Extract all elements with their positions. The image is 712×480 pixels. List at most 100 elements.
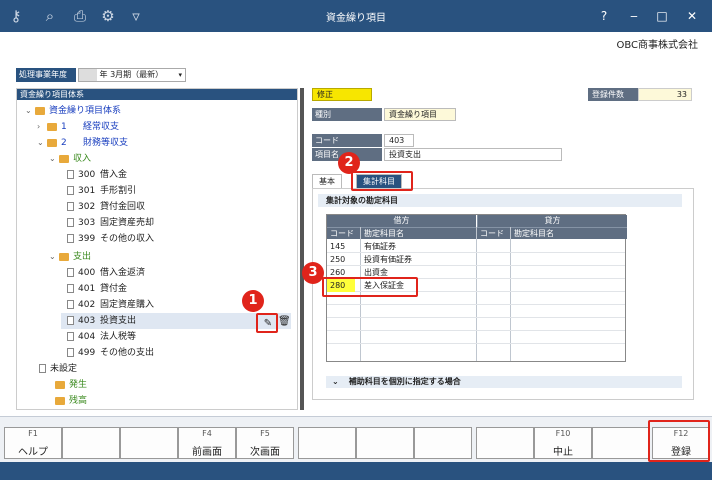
folder-icon [55, 380, 65, 389]
document-icon [67, 300, 74, 309]
tree-panel: 資金繰り項目体系 ⌄ 資金繰り項目体系 › 1 経常収支 ⌄ 2 財務等収支 ⌄ 収入 30… [16, 88, 298, 410]
grid-line [327, 304, 625, 305]
tree-item-unset[interactable]: 未設定 [39, 361, 77, 377]
grid-line [476, 227, 477, 361]
debit-header: 借方 [327, 215, 476, 227]
f6-button[interactable] [298, 427, 356, 459]
document-icon [67, 202, 74, 211]
company-name: OBC商事株式会社 [616, 40, 698, 51]
f8-button[interactable] [414, 427, 472, 459]
debit-code-header: コード [327, 227, 361, 239]
function-key-bar: F1 ヘルプ F4 前画面 F5 次画面 F10 中止 F12 登録 [0, 416, 712, 462]
document-icon [67, 316, 74, 325]
name-field[interactable]: 投資支出 [384, 148, 562, 161]
callout-3: 3 [302, 262, 324, 284]
close-button[interactable]: ✕ [684, 8, 700, 24]
tree-item-399[interactable]: 399 その他の収入 [67, 231, 154, 247]
grid-line [327, 343, 625, 344]
document-icon [67, 234, 74, 243]
tree-item-2[interactable]: ⌄ 2 財務等収支 [37, 135, 128, 151]
highlight-edit-icon [256, 313, 278, 333]
f5-next-screen-button[interactable]: F5 次画面 [236, 427, 294, 459]
tree-item-1[interactable]: › 1 経常収支 [37, 119, 119, 135]
tree-item-302[interactable]: 302 貸付金回収 [67, 199, 145, 215]
f4-prev-screen-button[interactable]: F4 前画面 [178, 427, 236, 459]
callout-1: 1 [242, 290, 264, 312]
tree-root[interactable]: ⌄ 資金繰り項目体系 [25, 103, 121, 119]
debit-name-header: 勘定科目名 [361, 227, 477, 239]
maximize-button[interactable]: □ [654, 8, 670, 24]
tree-item-301[interactable]: 301 手形割引 [67, 183, 136, 199]
count-value: 33 [638, 88, 692, 101]
f7-button[interactable] [356, 427, 414, 459]
tree-group-expense[interactable]: ⌄ 支出 [49, 249, 91, 265]
document-icon [67, 284, 74, 293]
tree-item-499[interactable]: 499 その他の支出 [67, 345, 154, 361]
chevron-down-icon[interactable]: ⌄ [49, 151, 59, 167]
chevron-down-icon[interactable]: ⌄ [49, 249, 59, 265]
document-icon [39, 364, 46, 373]
tree-item-400[interactable]: 400 借入金返済 [67, 265, 145, 281]
credit-code-header: コード [477, 227, 511, 239]
folder-icon [55, 396, 65, 405]
highlight-aggregation-tab [351, 171, 413, 191]
tree-item-balance[interactable]: 残高 [55, 393, 87, 409]
document-icon [67, 348, 74, 357]
document-icon [67, 186, 74, 195]
document-icon [67, 268, 74, 277]
f1-help-button[interactable]: F1 ヘルプ [4, 427, 62, 459]
credit-name-header: 勘定科目名 [511, 227, 627, 239]
folder-icon [35, 106, 45, 115]
tree-item-404[interactable]: 404 法人税等 [67, 329, 136, 345]
fiscal-year-label: 処理事業年度 [16, 68, 76, 82]
folder-icon [59, 252, 69, 261]
callout-2: 2 [338, 152, 360, 174]
fiscal-year-select[interactable]: 年 3月期（最新） ▾ [78, 68, 186, 82]
section-title: 集計対象の勘定科目 [318, 194, 682, 207]
chevron-down-icon[interactable]: ⌄ [37, 135, 47, 151]
table-cell-name: 投資有価証券 [364, 255, 412, 264]
code-field[interactable]: 403 [384, 134, 414, 147]
f3-button[interactable] [120, 427, 178, 459]
tree-item-occurrence[interactable]: 発生 [55, 377, 87, 393]
f10-cancel-button[interactable]: F10 中止 [534, 427, 592, 459]
tree-item-402[interactable]: 402 固定資産購入 [67, 297, 154, 313]
document-icon [67, 332, 74, 341]
document-icon [67, 170, 74, 179]
chevron-down-icon: ▾ [178, 71, 182, 79]
minimize-button[interactable]: ‒ [626, 8, 642, 24]
tree-item-300[interactable]: 300 借入金 [67, 167, 127, 183]
fiscal-year-blank [79, 69, 97, 81]
panel-splitter[interactable] [300, 88, 304, 410]
trash-icon[interactable]: 🗑 [278, 316, 291, 328]
f9-button[interactable] [476, 427, 534, 459]
folder-icon [47, 138, 57, 147]
aux-subaccount-section[interactable]: ⌄ 補助科目を個別に指定する場合 [326, 376, 682, 388]
kind-label: 種別 [312, 108, 382, 121]
chevron-down-icon[interactable]: ⌄ [25, 103, 35, 119]
chevron-right-icon[interactable]: › [37, 119, 47, 135]
tree-item-401[interactable]: 401 貸付金 [67, 281, 127, 297]
highlight-register-button [648, 420, 710, 462]
status-bar [0, 462, 712, 480]
folder-icon [47, 122, 57, 131]
table-cell-code[interactable]: 145 [327, 240, 360, 253]
folder-icon [59, 154, 69, 163]
help-menu-icon[interactable]: ? [596, 8, 612, 24]
code-label: コード [312, 134, 382, 147]
tree-item-303[interactable]: 303 固定資産売却 [67, 215, 154, 231]
grid-line [327, 317, 625, 318]
table-cell-name: 有価証券 [364, 242, 396, 251]
grid-line [510, 227, 511, 361]
chevron-down-icon[interactable]: ⌄ [332, 377, 339, 386]
edit-mode-badge: 修正 [312, 88, 372, 101]
tree-header: 資金繰り項目体系 [17, 89, 297, 100]
kind-value: 資金繰り項目 [384, 108, 456, 121]
f2-button[interactable] [62, 427, 120, 459]
f11-button[interactable] [592, 427, 650, 459]
tree-group-income[interactable]: ⌄ 収入 [49, 151, 91, 167]
grid-line [327, 330, 625, 331]
tab-basic[interactable]: 基本 [312, 174, 342, 188]
table-cell-code[interactable]: 250 [327, 253, 360, 266]
count-label: 登録件数 [588, 88, 638, 101]
